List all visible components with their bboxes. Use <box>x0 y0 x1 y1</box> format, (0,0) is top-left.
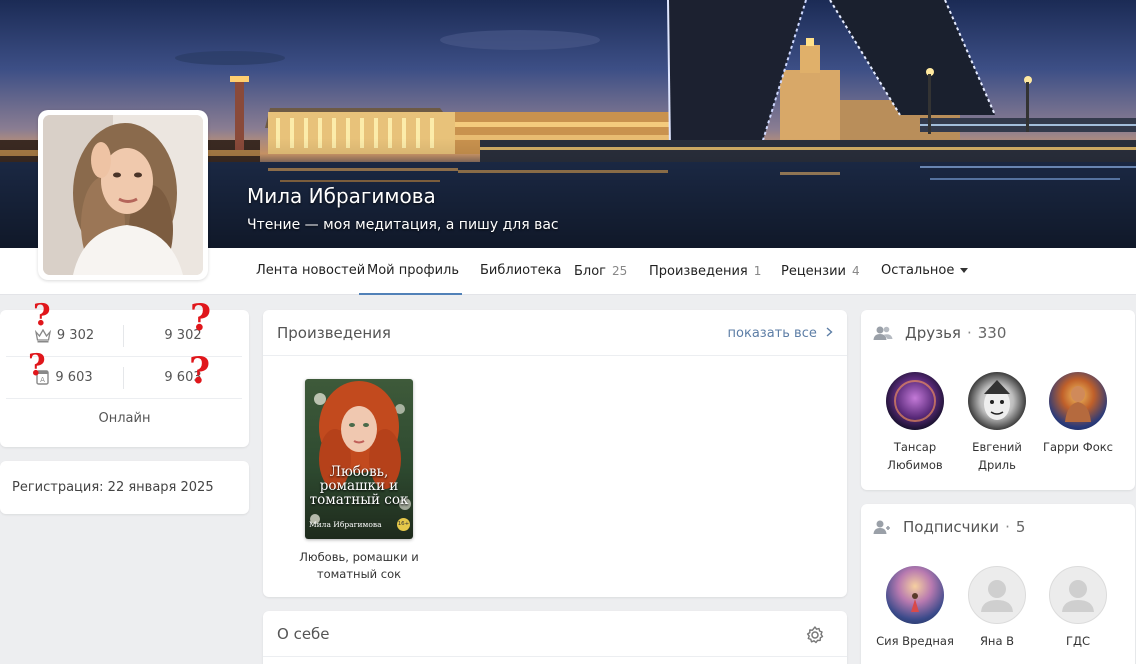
subscribers-card: Подписчики · 5 Сия Вредная Яна В ГДС <box>861 504 1135 664</box>
rating-total-value: 9 302 <box>164 328 202 343</box>
views-total-value: 9 603 <box>164 370 202 385</box>
show-all-label: показать все <box>727 326 817 341</box>
tab-label: Библиотека <box>480 263 562 278</box>
views-total[interactable]: 9 603 <box>124 370 242 385</box>
registration-card: Регистрация: 22 января 2025 <box>0 461 249 514</box>
profile-name: Мила Ибрагимова <box>247 184 436 208</box>
tab-label: Мой профиль <box>367 263 459 278</box>
friend-card[interactable]: Тансар Любимов <box>875 372 955 474</box>
tab-count: 1 <box>753 264 762 278</box>
friend-card[interactable]: Гарри Фокс <box>1038 372 1118 456</box>
friends-card: Друзья · 330 Тансар Любимов Евгений Дрил… <box>861 310 1135 490</box>
friend-name: Тансар Любимов <box>887 440 943 472</box>
works-title: Произведения <box>277 324 391 342</box>
default-avatar-icon <box>1049 566 1107 624</box>
show-all-link[interactable]: показать все <box>728 326 833 341</box>
tab-reviews[interactable]: Рецензии 4 <box>781 248 860 295</box>
subscriber-card[interactable]: ГДС <box>1038 566 1118 650</box>
profile-status: Чтение — моя медитация, а пишу для вас <box>247 217 559 233</box>
friend-avatar <box>968 372 1026 430</box>
works-header: Произведения показать все <box>263 310 847 356</box>
subscriber-avatar <box>886 566 944 624</box>
works-card: Произведения показать все Любовь, ромашк… <box>263 310 847 597</box>
book-cover-author: Мила Ибрагимова <box>309 520 382 529</box>
tab-library[interactable]: Библиотека <box>480 248 562 295</box>
subscriber-card[interactable]: Яна В <box>957 566 1037 650</box>
svg-text:A: A <box>40 376 45 384</box>
subscriber-card[interactable]: Сия Вредная <box>875 566 955 650</box>
tab-label: Блог <box>574 264 607 279</box>
tab-label: Рецензии <box>781 264 846 279</box>
rating-value: 9 302 <box>56 328 95 343</box>
subscriber-name: Яна В <box>979 634 1015 648</box>
tab-count: 4 <box>852 264 860 278</box>
friend-name: Евгений Дриль <box>972 440 1022 472</box>
tab-my-profile[interactable]: Мой профиль <box>359 248 462 295</box>
rating-stat[interactable]: 9 302 <box>6 324 124 347</box>
friend-avatar <box>1049 372 1107 430</box>
friends-icon <box>873 326 893 340</box>
tab-label: Лента новостей <box>256 263 366 278</box>
caret-down-icon <box>960 268 969 273</box>
avatar-photo <box>43 115 203 275</box>
separator-dot: · <box>1005 518 1010 536</box>
chevron-right-icon <box>826 327 833 337</box>
subscriber-name: ГДС <box>1065 634 1091 648</box>
subscribers-header[interactable]: Подписчики · 5 <box>873 518 1025 536</box>
tab-news-feed[interactable]: Лента новостей <box>256 248 365 295</box>
book-title-line: Любовь, ромашки и <box>299 550 419 564</box>
rating-total[interactable]: 9 302 <box>124 328 242 343</box>
profile-avatar[interactable] <box>38 110 208 280</box>
online-status: Онлайн <box>98 411 151 426</box>
book-cover[interactable]: Любовь, ромашки и томатный сок Мила Ибра… <box>305 379 413 539</box>
friends-title: Друзья <box>905 324 961 342</box>
separator-dot: · <box>966 324 972 342</box>
tab-label: Остальное <box>881 263 955 278</box>
age-rating-badge: 16+ <box>397 518 410 531</box>
book-cover-title: Любовь, ромашки и томатный сок <box>309 464 409 508</box>
crown-icon <box>34 328 51 342</box>
tab-blog[interactable]: Блог 25 <box>574 248 627 295</box>
book-title-line: томатный сок <box>316 567 402 581</box>
views-value: 9 603 <box>55 370 93 385</box>
book-cover-image <box>305 379 413 539</box>
tab-label: Произведения <box>649 264 748 279</box>
registration-date: Регистрация: 22 января 2025 <box>12 480 214 495</box>
stats-card: 9 302 9 302 A 9 603 9 603 Онлайн ? ? ? ? <box>0 297 249 447</box>
tab-works[interactable]: Произведения 1 <box>649 248 761 295</box>
friends-header[interactable]: Друзья · 330 <box>873 324 1006 342</box>
rating-row: 9 302 9 302 <box>6 315 242 357</box>
views-row: A 9 603 9 603 <box>6 357 242 399</box>
gear-icon[interactable] <box>805 625 825 645</box>
book-title-link[interactable]: Любовь, ромашки и томатный сок <box>291 549 427 583</box>
friend-card[interactable]: Евгений Дриль <box>957 372 1037 474</box>
tab-more-dropdown[interactable]: Остальное <box>881 248 969 295</box>
friend-name: Гарри Фокс <box>1043 440 1113 454</box>
about-card: О себе <box>263 611 847 664</box>
subscribers-count: 5 <box>1015 518 1026 536</box>
friends-count: 330 <box>977 324 1007 342</box>
about-header: О себе <box>263 611 847 657</box>
tab-count: 25 <box>612 264 628 278</box>
views-stat[interactable]: A 9 603 <box>6 366 124 389</box>
about-title: О себе <box>277 625 330 643</box>
subscribers-title: Подписчики <box>903 518 1000 536</box>
book-badge-icon: A <box>36 370 50 385</box>
default-avatar-icon <box>968 566 1026 624</box>
friend-avatar <box>886 372 944 430</box>
subscribers-icon <box>873 520 890 534</box>
subscriber-name: Сия Вредная <box>876 634 954 648</box>
